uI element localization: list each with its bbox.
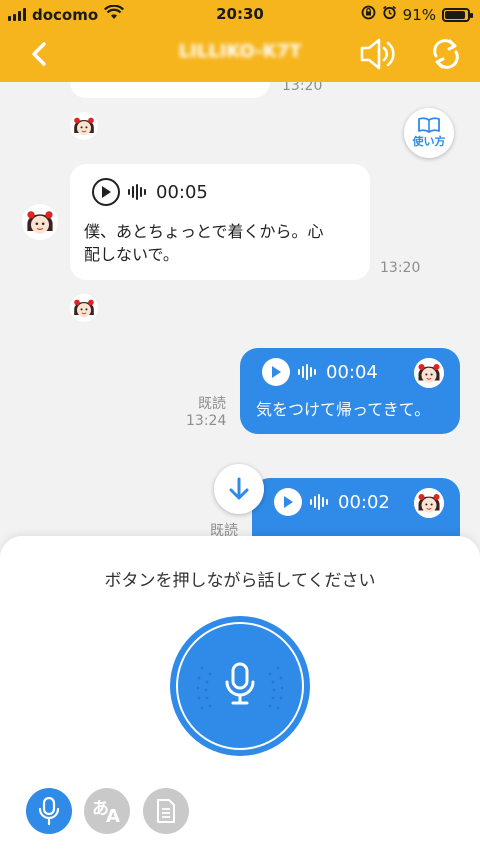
speaker-icon: [360, 38, 395, 70]
message-text-line: 僕、あとちょっとで着くから。心: [84, 222, 324, 241]
chat-area[interactable]: 13:20 使い方 00:05 僕、あとちょっとで着くから。心 配しないで。 1…: [0, 82, 480, 542]
message-time: 13:20: [380, 260, 421, 276]
microphone-icon: [38, 796, 60, 826]
read-status: 既読: [198, 396, 226, 412]
play-icon: [102, 186, 111, 198]
alarm-icon: [382, 5, 397, 24]
guide-button[interactable]: 使い方: [404, 108, 454, 158]
play-icon: [272, 366, 281, 378]
speaker-button[interactable]: [358, 36, 398, 72]
play-button[interactable]: [274, 488, 302, 516]
audio-duration: 00:02: [338, 491, 390, 513]
avatar: [22, 204, 58, 240]
avatar: [70, 294, 98, 322]
voice-mode-button[interactable]: [26, 788, 72, 834]
scroll-to-bottom-button[interactable]: [214, 464, 264, 514]
translate-mode-button[interactable]: あ A: [84, 788, 130, 834]
message-text: 気をつけて帰ってきて。: [256, 400, 431, 419]
incoming-message-bubble[interactable]: 00:05 僕、あとちょっとで着くから。心 配しないで。: [70, 164, 370, 280]
refresh-icon: [433, 39, 459, 69]
translate-glyph: A: [106, 806, 120, 827]
avatar: [414, 358, 444, 388]
outgoing-message-bubble[interactable]: 00:04 気をつけて帰ってきて。: [240, 348, 460, 434]
text-mode-button[interactable]: [143, 788, 189, 834]
play-button[interactable]: [92, 178, 120, 206]
message-time: 13:20: [282, 82, 323, 94]
audio-duration: 00:05: [156, 181, 208, 203]
rotation-lock-icon: [361, 5, 376, 24]
microphone-icon: [225, 662, 255, 705]
avatar: [70, 112, 98, 140]
play-button[interactable]: [262, 358, 290, 386]
battery-icon: [442, 7, 473, 22]
battery-percent: 91%: [402, 5, 436, 24]
message-text-line: 配しないで。: [84, 245, 179, 264]
arrow-down-icon: [229, 477, 249, 500]
book-icon: [418, 117, 440, 133]
avatar: [414, 488, 444, 518]
document-icon: [157, 799, 175, 823]
refresh-button[interactable]: [426, 36, 466, 72]
voice-prompt: ボタンを押しながら話してください: [104, 571, 376, 591]
waveform-icon: [298, 363, 316, 381]
top-bar: docomo 20:30 91% LILLIKO-K7T: [0, 0, 480, 82]
audio-duration: 00:04: [326, 361, 378, 383]
page-title: LILLIKO-K7T: [178, 41, 302, 62]
waveform-icon: [310, 493, 328, 511]
status-bar: docomo 20:30 91%: [0, 0, 480, 28]
waveform-icon: [128, 183, 146, 201]
message-time: 13:24: [186, 413, 227, 429]
incoming-message-bubble[interactable]: [70, 82, 270, 98]
outgoing-message-bubble[interactable]: 00:02: [252, 478, 460, 542]
play-icon: [284, 496, 293, 508]
translate-icon: あ A: [92, 796, 122, 827]
guide-label: 使い方: [412, 135, 446, 148]
